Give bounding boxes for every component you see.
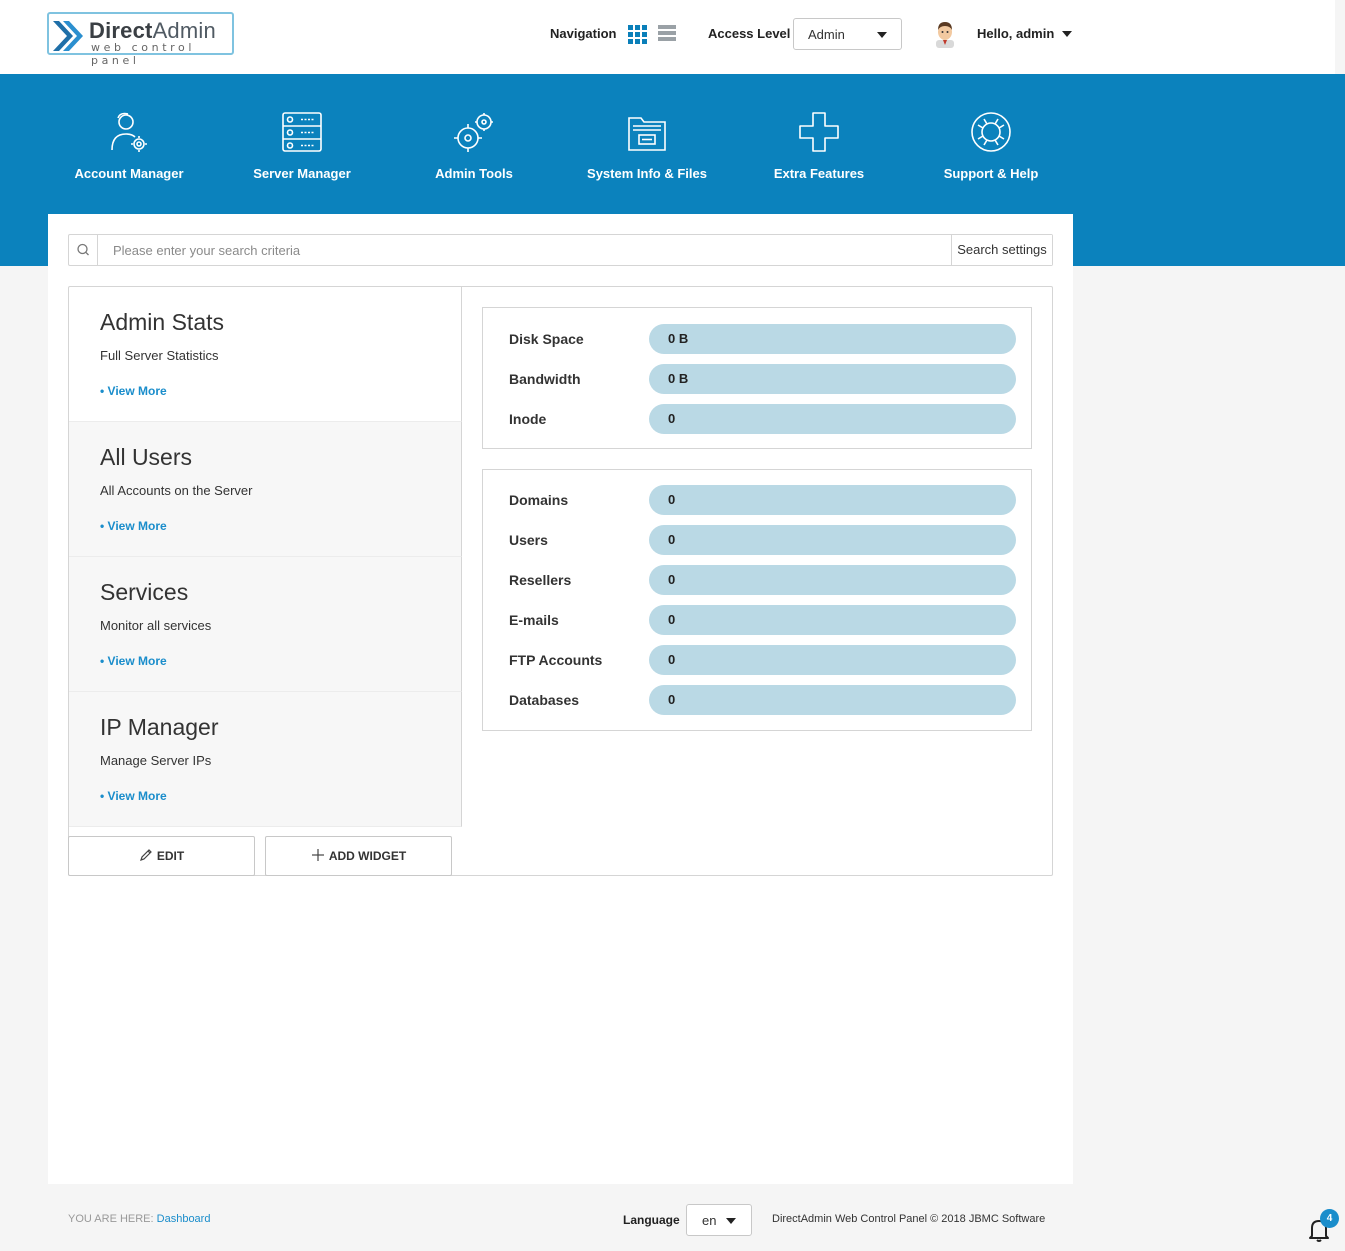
access-level-label: Access Level bbox=[708, 26, 791, 41]
stat-label: Disk Space bbox=[509, 331, 584, 347]
stat-row: E-mails 0 bbox=[483, 605, 1033, 635]
stat-label: Resellers bbox=[509, 572, 572, 588]
breadcrumb-link-dashboard[interactable]: Dashboard bbox=[157, 1213, 211, 1225]
stat-row: Domains 0 bbox=[483, 485, 1033, 515]
logo-mark-icon bbox=[53, 21, 83, 51]
stat-bar: 0 bbox=[649, 605, 1016, 635]
stat-label: Domains bbox=[509, 492, 569, 508]
list-view-icon[interactable] bbox=[658, 25, 676, 43]
menu-support-help[interactable]: Support & Help bbox=[911, 110, 1071, 181]
top-header: DirectAdmin web control panel Navigation… bbox=[0, 0, 1335, 74]
users-gear-icon bbox=[111, 112, 147, 152]
stat-label: Users bbox=[509, 532, 548, 548]
access-level-value: Admin bbox=[808, 27, 845, 42]
user-menu-chevron-icon[interactable] bbox=[1062, 31, 1072, 37]
stat-value: 0 B bbox=[668, 331, 689, 346]
menu-extra-features[interactable]: Extra Features bbox=[739, 110, 899, 181]
folder-icon bbox=[628, 117, 666, 151]
widget-subtitle: All Accounts on the Server bbox=[100, 483, 253, 498]
avatar[interactable] bbox=[932, 20, 958, 48]
lifebuoy-icon bbox=[971, 112, 1011, 152]
user-greeting[interactable]: Hello, admin bbox=[977, 26, 1054, 41]
stat-label: E-mails bbox=[509, 612, 559, 628]
access-level-select[interactable]: Admin bbox=[793, 18, 902, 50]
search-input[interactable] bbox=[99, 235, 951, 265]
plus-icon bbox=[311, 849, 324, 862]
stat-label: Bandwidth bbox=[509, 371, 581, 387]
stat-row: Resellers 0 bbox=[483, 565, 1033, 595]
stat-bar: 0 bbox=[649, 525, 1016, 555]
stat-row: Users 0 bbox=[483, 525, 1033, 555]
widget-ip-manager[interactable]: IP Manager Manage Server IPs • View More bbox=[69, 692, 462, 827]
add-widget-button[interactable]: ADD WIDGET bbox=[265, 836, 452, 876]
dashboard-card: Search settings Admin Stats Full Server … bbox=[48, 214, 1073, 1184]
directadmin-logo[interactable]: DirectAdmin web control panel bbox=[47, 12, 234, 67]
dashboard-panel: Admin Stats Full Server Statistics • Vie… bbox=[68, 286, 1053, 876]
grid-view-icon[interactable] bbox=[628, 25, 648, 44]
notification-badge[interactable]: 4 bbox=[1320, 1209, 1339, 1228]
count-stats-box: Domains 0 Users 0 Resellers 0 E-mails 0 FTP Acco… bbox=[482, 469, 1032, 731]
menu-server-manager[interactable]: Server Manager bbox=[222, 110, 382, 181]
widget-all-users[interactable]: All Users All Accounts on the Server • V… bbox=[69, 422, 462, 557]
stat-value: 0 bbox=[668, 532, 676, 547]
search-settings-button[interactable]: Search settings bbox=[951, 235, 1052, 265]
stat-bar: 0 bbox=[649, 685, 1016, 715]
widget-services[interactable]: Services Monitor all services • View Mor… bbox=[69, 557, 462, 692]
stat-label: FTP Accounts bbox=[509, 652, 603, 668]
stat-value: 0 bbox=[668, 411, 676, 426]
stat-bar: 0 bbox=[649, 485, 1016, 515]
view-more-link[interactable]: • View More bbox=[100, 384, 167, 398]
breadcrumb: YOU ARE HERE: Dashboard bbox=[68, 1213, 211, 1225]
server-icon bbox=[282, 112, 322, 152]
widget-subtitle: Manage Server IPs bbox=[100, 753, 212, 768]
chevron-down-icon bbox=[726, 1218, 736, 1224]
widget-title: IP Manager bbox=[100, 714, 219, 740]
stat-value: 0 bbox=[668, 492, 676, 507]
stat-bar: 0 bbox=[649, 645, 1016, 675]
widget-title: Services bbox=[100, 579, 189, 605]
widget-subtitle: Full Server Statistics bbox=[100, 348, 219, 363]
footer: YOU ARE HERE: Dashboard Language en Dire… bbox=[0, 1184, 1345, 1251]
stat-row: Inode 0 bbox=[483, 404, 1033, 434]
logo-tagline: web control panel bbox=[91, 41, 195, 67]
stat-bar: 0 bbox=[649, 565, 1016, 595]
widget-admin-stats[interactable]: Admin Stats Full Server Statistics • Vie… bbox=[69, 287, 462, 422]
search-icon[interactable] bbox=[69, 235, 98, 265]
tools-icon bbox=[454, 113, 493, 152]
menu-system-info-files[interactable]: System Info & Files bbox=[567, 110, 727, 181]
stat-value: 0 B bbox=[668, 371, 689, 386]
plus-icon bbox=[799, 112, 839, 152]
widget-subtitle: Monitor all services bbox=[100, 618, 212, 633]
language-select[interactable]: en bbox=[686, 1204, 752, 1236]
edit-button[interactable]: EDIT bbox=[68, 836, 255, 876]
view-more-link[interactable]: • View More bbox=[100, 789, 167, 803]
stat-value: 0 bbox=[668, 572, 676, 587]
widget-title: All Users bbox=[100, 444, 193, 470]
search-bar: Search settings bbox=[68, 234, 1053, 266]
stat-value: 0 bbox=[668, 692, 676, 707]
widget-title: Admin Stats bbox=[100, 309, 224, 335]
stat-value: 0 bbox=[668, 612, 676, 627]
chevron-down-icon bbox=[877, 32, 887, 38]
stat-row: FTP Accounts 0 bbox=[483, 645, 1033, 675]
menu-account-manager[interactable]: Account Manager bbox=[49, 110, 209, 181]
usage-stats-box: Disk Space 0 B Bandwidth 0 B Inode 0 bbox=[482, 307, 1032, 449]
view-more-link[interactable]: • View More bbox=[100, 519, 167, 533]
stat-label: Databases bbox=[509, 692, 580, 708]
stat-row: Databases 0 bbox=[483, 685, 1033, 715]
copyright-text: DirectAdmin Web Control Panel © 2018 JBM… bbox=[772, 1213, 1046, 1225]
stat-bar: 0 B bbox=[649, 364, 1016, 394]
stat-bar: 0 bbox=[649, 404, 1016, 434]
stat-row: Disk Space 0 B bbox=[483, 324, 1033, 354]
stat-label: Inode bbox=[509, 411, 547, 427]
navigation-label: Navigation bbox=[550, 26, 617, 41]
stat-bar: 0 B bbox=[649, 324, 1016, 354]
stat-row: Bandwidth 0 B bbox=[483, 364, 1033, 394]
language-label: Language bbox=[623, 1213, 680, 1227]
language-value: en bbox=[702, 1213, 717, 1228]
menu-admin-tools[interactable]: Admin Tools bbox=[394, 110, 554, 181]
stat-value: 0 bbox=[668, 652, 676, 667]
view-more-link[interactable]: • View More bbox=[100, 654, 167, 668]
pencil-icon bbox=[139, 849, 152, 862]
